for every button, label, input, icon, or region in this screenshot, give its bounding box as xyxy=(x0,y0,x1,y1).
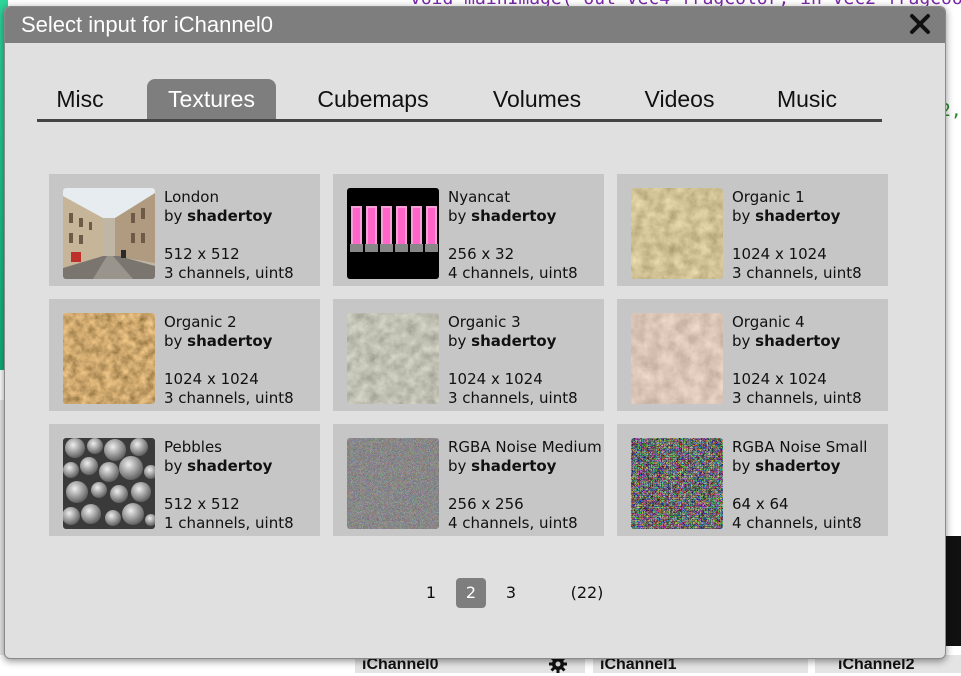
texture-info: Organic 3 by shadertoy 1024 x 1024 3 cha… xyxy=(448,313,578,408)
texture-name: RGBA Noise Medium xyxy=(448,438,602,456)
texture-author: shadertoy xyxy=(471,207,557,225)
texture-thumbnail-organic-4 xyxy=(631,313,723,404)
texture-thumbnail-rgba-noise-small xyxy=(631,438,723,529)
texture-info: Pebbles by shadertoy 512 x 512 1 channel… xyxy=(164,438,294,533)
texture-info: London by shadertoy 512 x 512 3 channels… xyxy=(164,188,294,283)
texture-thumbnail-rgba-noise-medium xyxy=(347,438,439,529)
select-input-dialog: Select input for iChannel0 Misc Textures… xyxy=(4,6,946,659)
by-prefix: by xyxy=(164,332,188,350)
dialog-title: Select input for iChannel0 xyxy=(21,12,273,37)
tab-volumes[interactable]: Volumes xyxy=(487,79,587,119)
texture-size: 1024 x 1024 xyxy=(732,245,827,263)
by-prefix: by xyxy=(448,457,472,475)
dialog-titlebar[interactable]: Select input for iChannel0 xyxy=(5,7,945,43)
texture-author: shadertoy xyxy=(755,207,841,225)
texture-name: RGBA Noise Small xyxy=(732,438,868,456)
texture-card-nyancat[interactable]: Nyancat by shadertoy 256 x 32 4 channels… xyxy=(333,174,604,286)
texture-card-pebbles[interactable]: Pebbles by shadertoy 512 x 512 1 channel… xyxy=(49,424,320,536)
texture-size: 1024 x 1024 xyxy=(732,370,827,388)
by-prefix: by xyxy=(164,457,188,475)
texture-card-london[interactable]: London by shadertoy 512 x 512 3 channels… xyxy=(49,174,320,286)
texture-name: Organic 4 xyxy=(732,313,805,331)
texture-author-line: by shadertoy xyxy=(732,207,862,226)
texture-format: 3 channels, uint8 xyxy=(164,389,294,407)
texture-author: shadertoy xyxy=(187,457,273,475)
texture-author-line: by shadertoy xyxy=(164,457,294,476)
category-tabs: Misc Textures Cubemaps Volumes Videos Mu… xyxy=(37,79,882,122)
texture-author: shadertoy xyxy=(471,332,557,350)
texture-author-line: by shadertoy xyxy=(164,332,294,351)
texture-name: Organic 2 xyxy=(164,313,237,331)
page-link-1[interactable]: 1 xyxy=(419,578,443,608)
texture-name: Organic 3 xyxy=(448,313,521,331)
texture-info: RGBA Noise Medium by shadertoy 256 x 256… xyxy=(448,438,602,533)
close-icon[interactable] xyxy=(907,11,933,37)
texture-size: 256 x 256 xyxy=(448,495,524,513)
texture-format: 3 channels, uint8 xyxy=(448,389,578,407)
background-dark-panel xyxy=(946,536,961,646)
by-prefix: by xyxy=(448,207,472,225)
texture-thumbnail-organic-1 xyxy=(631,188,723,279)
texture-thumbnail-london xyxy=(63,188,155,279)
texture-format: 3 channels, uint8 xyxy=(164,264,294,282)
texture-author-line: by shadertoy xyxy=(164,207,294,226)
by-prefix: by xyxy=(732,207,756,225)
texture-info: Organic 1 by shadertoy 1024 x 1024 3 cha… xyxy=(732,188,862,283)
texture-author: shadertoy xyxy=(471,457,557,475)
by-prefix: by xyxy=(448,332,472,350)
texture-name: Organic 1 xyxy=(732,188,805,206)
by-prefix: by xyxy=(732,332,756,350)
texture-card-organic-4[interactable]: Organic 4 by shadertoy 1024 x 1024 3 cha… xyxy=(617,299,888,411)
page-link-2-current[interactable]: 2 xyxy=(456,578,486,608)
texture-size: 64 x 64 xyxy=(732,495,789,513)
texture-author-line: by shadertoy xyxy=(732,332,862,351)
tab-textures[interactable]: Textures xyxy=(147,79,276,119)
texture-author-line: by shadertoy xyxy=(732,457,867,476)
texture-format: 4 channels, uint8 xyxy=(448,514,578,532)
texture-author: shadertoy xyxy=(187,332,273,350)
texture-thumbnail-pebbles xyxy=(63,438,155,529)
texture-card-organic-2[interactable]: Organic 2 by shadertoy 1024 x 1024 3 cha… xyxy=(49,299,320,411)
tab-videos[interactable]: Videos xyxy=(637,79,722,119)
texture-info: RGBA Noise Small by shadertoy 64 x 64 4 … xyxy=(732,438,867,533)
texture-card-rgba-noise-small[interactable]: RGBA Noise Small by shadertoy 64 x 64 4 … xyxy=(617,424,888,536)
texture-thumbnail-organic-2 xyxy=(63,313,155,404)
texture-size: 1024 x 1024 xyxy=(448,370,543,388)
texture-info: Organic 4 by shadertoy 1024 x 1024 3 cha… xyxy=(732,313,862,408)
page-link-3[interactable]: 3 xyxy=(499,578,523,608)
texture-name: Nyancat xyxy=(448,188,511,206)
texture-format: 3 channels, uint8 xyxy=(732,264,862,282)
by-prefix: by xyxy=(732,457,756,475)
texture-size: 512 x 512 xyxy=(164,495,240,513)
texture-format: 4 channels, uint8 xyxy=(448,264,578,282)
tab-music[interactable]: Music xyxy=(772,79,842,119)
texture-format: 4 channels, uint8 xyxy=(732,514,862,532)
texture-format: 1 channels, uint8 xyxy=(164,514,294,532)
texture-author: shadertoy xyxy=(755,457,841,475)
texture-name: London xyxy=(164,188,219,206)
texture-info: Organic 2 by shadertoy 1024 x 1024 3 cha… xyxy=(164,313,294,408)
by-prefix: by xyxy=(164,207,188,225)
texture-author: shadertoy xyxy=(187,207,273,225)
page-total-count: (22) xyxy=(570,583,604,602)
texture-author-line: by shadertoy xyxy=(448,332,578,351)
tab-misc[interactable]: Misc xyxy=(45,79,115,119)
texture-card-rgba-noise-medium[interactable]: RGBA Noise Medium by shadertoy 256 x 256… xyxy=(333,424,604,536)
texture-format: 3 channels, uint8 xyxy=(732,389,862,407)
texture-size: 1024 x 1024 xyxy=(164,370,259,388)
texture-author-line: by shadertoy xyxy=(448,207,578,226)
texture-author: shadertoy xyxy=(755,332,841,350)
texture-name: Pebbles xyxy=(164,438,222,456)
texture-size: 256 x 32 xyxy=(448,245,515,263)
texture-thumbnail-nyancat xyxy=(347,188,439,279)
texture-card-organic-3[interactable]: Organic 3 by shadertoy 1024 x 1024 3 cha… xyxy=(333,299,604,411)
texture-card-organic-1[interactable]: Organic 1 by shadertoy 1024 x 1024 3 cha… xyxy=(617,174,888,286)
texture-info: Nyancat by shadertoy 256 x 32 4 channels… xyxy=(448,188,578,283)
texture-size: 512 x 512 xyxy=(164,245,240,263)
texture-thumbnail-organic-3 xyxy=(347,313,439,404)
texture-author-line: by shadertoy xyxy=(448,457,602,476)
tab-cubemaps[interactable]: Cubemaps xyxy=(313,79,433,119)
